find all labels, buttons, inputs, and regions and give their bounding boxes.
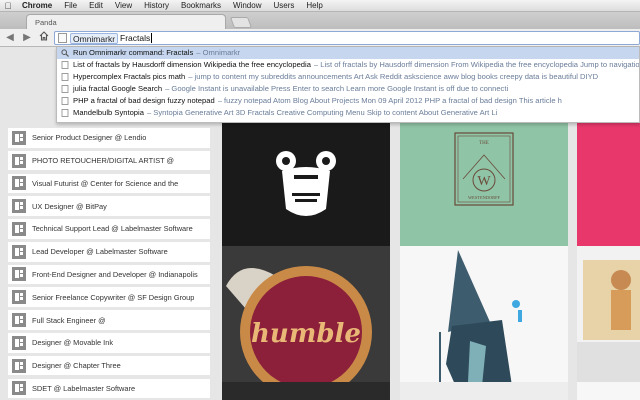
job-listing[interactable]: Senior Product Designer @ Lendio [8,128,210,148]
shot-row3-2[interactable] [400,382,568,400]
job-listing[interactable]: Senior Freelance Copywriter @ SF Design … [8,287,210,308]
address-bar[interactable]: Omnimarkr Fractals [54,31,640,45]
building-icon [12,221,26,236]
building-icon [12,335,26,350]
building-icon [12,290,26,305]
job-title: Visual Futurist @ Center for Science and… [32,178,179,188]
suggestion-title: Hypercomplex Fractals pics math [73,72,186,81]
text-caret [151,33,153,43]
job-title: Technical Support Lead @ Labelmaster Sof… [32,224,193,234]
suggestion-row[interactable]: PHP a fractal of bad design fuzzy notepa… [57,95,639,107]
menu-chrome[interactable]: Chrome [16,1,58,10]
suggestion-description: jump to content my subreddits announceme… [188,71,599,83]
job-listing[interactable]: Front-End Designer and Developer @ India… [8,264,210,285]
page-icon [61,97,69,105]
building-icon [12,130,26,145]
job-title: Designer @ Chapter Three [32,361,121,371]
humble-word: humble [251,319,361,349]
tab-panda[interactable]: Panda [26,14,226,29]
home-icon[interactable] [37,30,51,45]
menu-history[interactable]: History [138,1,175,10]
building-icon [12,176,26,191]
menu-window[interactable]: Window [227,1,267,10]
suggestion-row[interactable]: Hypercomplex Fractals pics mathjump to c… [57,71,639,83]
job-title: Front-End Designer and Developer @ India… [32,269,198,279]
job-title: UX Designer @ BitPay [32,201,107,211]
building-icon [12,313,26,328]
job-title: SDET @ Labelmaster Software [32,383,136,393]
suggestion-row[interactable]: julia fractal Google SearchGoogle Instan… [57,83,639,95]
job-title: Designer @ Movable Ink [32,338,114,348]
job-listing[interactable]: Full Stack Engineer @ [8,310,210,330]
job-listing[interactable]: Designer @ Chapter Three [8,355,210,376]
building-icon [12,153,26,168]
page-icon [61,73,69,81]
job-title: Senior Product Designer @ Lendio [32,133,147,143]
page-icon [61,61,69,69]
shot-row3-1[interactable] [222,382,390,400]
building-icon [12,267,26,282]
job-title: Full Stack Engineer @ [32,315,106,325]
shot-wizard[interactable] [400,246,568,400]
menu-file[interactable]: File [58,1,83,10]
building-icon [12,244,26,259]
new-tab-button[interactable] [229,17,253,28]
job-listing[interactable]: Technical Support Lead @ Labelmaster Sof… [8,219,210,239]
job-title: PHOTO RETOUCHER/DIGITAL ARTIST @ [32,156,175,166]
search-icon [61,49,69,57]
wizard-illustration [439,250,522,396]
building-icon [12,199,26,214]
suggestion-title: List of fractals by Hausdorff dimension … [73,60,311,69]
menu-bookmarks[interactable]: Bookmarks [175,1,227,10]
page-icon [58,33,67,43]
page-icon [61,109,69,117]
suggestion-title: PHP a fractal of bad design fuzzy notepa… [73,96,215,105]
omnibox-query[interactable]: Fractals [120,33,150,43]
job-listing[interactable]: Lead Developer @ Labelmaster Software [8,241,210,262]
page-icon [61,85,69,93]
back-arrow-icon[interactable]: ◀ [3,31,17,45]
menu-view[interactable]: View [109,1,138,10]
suggestion-description: fuzzy notepad Atom Blog About Projects M… [218,95,562,107]
search-keyword-chip: Omnimarkr [70,32,119,44]
westendorff-letter: W [477,174,491,189]
suggestion-title: Run Omnimarkr command: Fractals [73,48,194,57]
menu-users[interactable]: Users [267,1,300,10]
suggestion-description: Omnimarkr [196,47,241,59]
home-glyph [39,30,49,41]
shot-row3-3[interactable] [577,382,640,400]
job-list: Senior Product Designer @ Lendio PHOTO RE… [8,128,210,400]
suggestion-description: List of fractals by Hausdorff dimension … [314,59,639,71]
menu-help[interactable]: Help [300,1,328,10]
westendorff-bottom-text: WESTENDORFF [468,195,501,200]
tab-strip: Panda [0,12,640,29]
westendorff-top-text: THE [479,141,489,146]
browser-toolbar: ◀ ▶ Omnimarkr Fractals [0,29,640,47]
books-photo [577,260,640,400]
job-listing[interactable]: Designer @ Movable Ink [8,333,210,353]
building-icon [12,358,26,373]
menu-edit[interactable]: Edit [83,1,109,10]
job-title: Lead Developer @ Labelmaster Software [32,247,168,257]
suggestion-title: Mandelbulb Syntopia [73,108,144,117]
forward-arrow-icon[interactable]: ▶ [20,31,34,45]
apple-menu-icon[interactable]:  [0,1,16,11]
job-listing[interactable]: UX Designer @ BitPay [8,196,210,216]
shot-humble-pie[interactable]: humble [222,246,390,400]
humble-pie-illustration: humble [222,246,390,400]
suggestion-row[interactable]: Mandelbulb SyntopiaSyntopia Generative A… [57,107,639,119]
job-title: Senior Freelance Copywriter @ SF Design … [32,292,195,302]
suggestion-description: Syntopia Generative Art 3D Fractals Crea… [147,107,497,119]
building-icon [12,381,26,396]
job-listing[interactable]: PHOTO RETOUCHER/DIGITAL ARTIST @ [8,150,210,171]
suggestion-row[interactable]: Run Omnimarkr command: FractalsOmnimarkr [57,47,639,59]
menu-bar:  Chrome File Edit View History Bookmark… [0,0,640,12]
suggestion-row[interactable]: List of fractals by Hausdorff dimension … [57,59,639,71]
job-listing[interactable]: Visual Futurist @ Center for Science and… [8,173,210,194]
shot-books-partial[interactable] [577,246,640,400]
suggestion-title: julia fractal Google Search [73,84,163,93]
job-listing[interactable]: SDET @ Labelmaster Software [8,378,210,399]
suggestion-description: Google Instant is unavailable Press Ente… [165,83,508,95]
omnibox-suggestions: Run Omnimarkr command: FractalsOmnimarkr… [56,47,640,123]
